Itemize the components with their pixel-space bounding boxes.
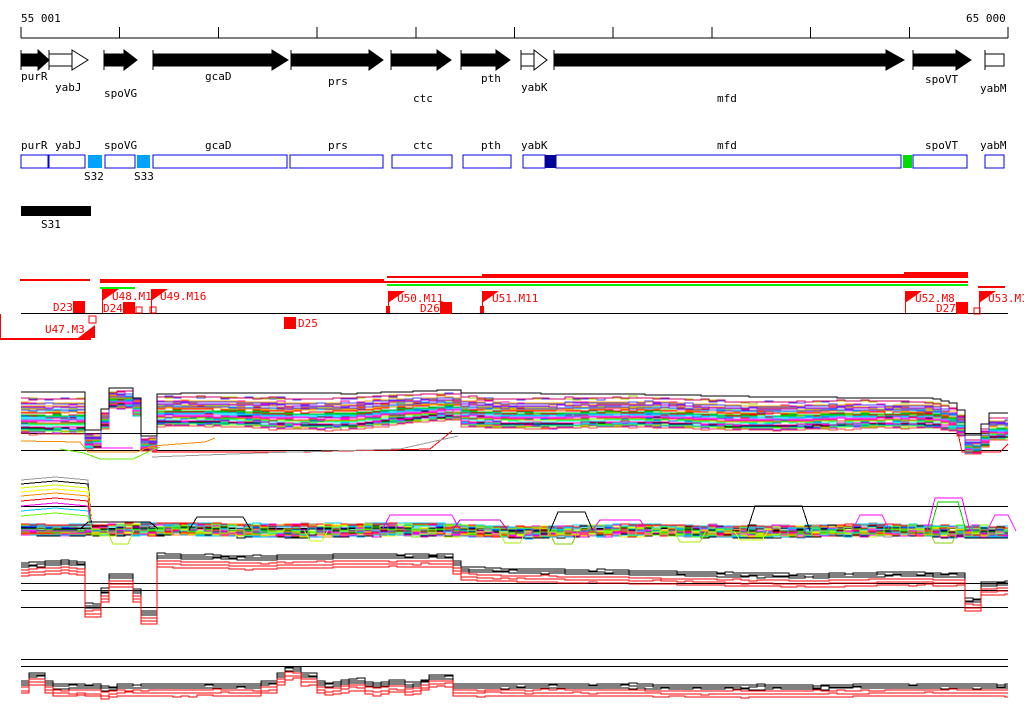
site-square-D24[interactable] bbox=[123, 302, 135, 314]
gene-label-pth: pth bbox=[481, 72, 501, 85]
gene-arrow-body-gcaD[interactable] bbox=[152, 53, 273, 67]
gene-arrow-head-yabK[interactable] bbox=[533, 48, 548, 72]
site-label-D24: D24 bbox=[103, 302, 123, 315]
marker-label-S32: S32 bbox=[84, 170, 104, 183]
gene-arrow-head-pth[interactable] bbox=[495, 49, 511, 71]
flag-foot bbox=[386, 306, 390, 313]
site-label-D25: D25 bbox=[298, 317, 318, 330]
gene-arrow-head-spoVG[interactable] bbox=[123, 48, 138, 72]
gene-arrow-head-prs[interactable] bbox=[368, 49, 384, 71]
box-label-yabJ: yabJ bbox=[55, 139, 82, 152]
site-square-D25[interactable] bbox=[284, 317, 296, 329]
marker-mfd-spoVT-junction[interactable] bbox=[903, 155, 912, 168]
gene-box-purR[interactable] bbox=[20, 154, 49, 169]
gene-arrow-body-purR[interactable] bbox=[20, 53, 39, 67]
trace-line-panel-4 bbox=[21, 670, 1008, 692]
gene-label-yabK: yabK bbox=[521, 81, 548, 94]
marker-yabK-internal[interactable] bbox=[545, 155, 556, 168]
segment-bar-S31[interactable] bbox=[21, 206, 91, 216]
box-label-yabK: yabK bbox=[521, 139, 548, 152]
gene-arrow-body-spoVG[interactable] bbox=[103, 53, 125, 67]
gene-arrow-body-pth[interactable] bbox=[460, 53, 497, 67]
gene-arrow-head-gcaD[interactable] bbox=[271, 49, 289, 71]
site-label-D23: D23 bbox=[53, 301, 73, 314]
marker-S32[interactable] bbox=[88, 155, 102, 168]
gene-label-yabM: yabM bbox=[980, 82, 1007, 95]
box-label-gcaD: gcaD bbox=[205, 139, 232, 152]
trace-line-panel-3 bbox=[21, 552, 1008, 612]
box-label-purR: purR bbox=[21, 139, 48, 152]
gene-box-pth[interactable] bbox=[462, 154, 512, 169]
gene-box-yabJ[interactable] bbox=[48, 154, 86, 169]
flag-foot bbox=[480, 306, 484, 313]
gene-label-mfd: mfd bbox=[717, 92, 737, 105]
flag-label-U51.M11: U51.M11 bbox=[492, 292, 539, 305]
gene-box-ctc[interactable] bbox=[391, 154, 453, 169]
gene-arrow-head-spoVT[interactable] bbox=[955, 49, 972, 71]
box-label-ctc: ctc bbox=[413, 139, 433, 152]
gene-label-yabJ: yabJ bbox=[55, 81, 82, 94]
gene-box-prs[interactable] bbox=[289, 154, 384, 169]
trace-line-panel-4 bbox=[21, 667, 1008, 689]
gene-box-gcaD[interactable] bbox=[152, 154, 288, 169]
gene-label-prs: prs bbox=[328, 75, 348, 88]
gene-box-yabM[interactable] bbox=[984, 154, 1005, 169]
trace-line-panel-4 bbox=[21, 671, 1008, 693]
site-square-D27[interactable] bbox=[956, 302, 968, 314]
box-label-spoVT: spoVT bbox=[925, 139, 959, 152]
gene-label-gcaD: gcaD bbox=[205, 70, 232, 83]
gene-arrow-head-purR[interactable] bbox=[37, 48, 50, 72]
flag-label-U47.M3: U47.M3 bbox=[45, 323, 85, 336]
site-square-D23[interactable] bbox=[73, 301, 85, 313]
gene-label-spoVT: spoVT bbox=[925, 73, 959, 86]
site-label-D27: D27 bbox=[936, 302, 956, 315]
flag-label-U49.M16: U49.M16 bbox=[160, 290, 207, 303]
trace-line-panel-4 bbox=[21, 666, 1008, 688]
box-label-spoVG: spoVG bbox=[104, 139, 138, 152]
gene-arrow-body-prs[interactable] bbox=[290, 53, 370, 67]
box-label-yabM: yabM bbox=[980, 139, 1007, 152]
ruler-start-label: 55 001 bbox=[21, 12, 61, 25]
marker-label-S33: S33 bbox=[134, 170, 154, 183]
profile-extra-panel-1 bbox=[20, 437, 216, 453]
gene-label-spoVG: spoVG bbox=[104, 87, 138, 100]
gene-arrow-body-yabJ[interactable] bbox=[48, 53, 73, 67]
gene-label-purR: purR bbox=[21, 70, 48, 83]
box-label-prs: prs bbox=[328, 139, 348, 152]
gene-box-yabK[interactable] bbox=[522, 154, 546, 169]
graphics-canvas bbox=[0, 27, 1017, 700]
gene-arrow-body-ctc[interactable] bbox=[390, 53, 438, 67]
gene-box-mfd[interactable] bbox=[555, 154, 902, 169]
site-square-small[interactable] bbox=[149, 306, 157, 314]
genome-browser-view: 55 001 65 000 purR yabJ spoVG gcaD prs ctc pth… bbox=[0, 0, 1024, 714]
site-square-small[interactable] bbox=[135, 306, 143, 314]
gene-arrow-body-spoVT[interactable] bbox=[912, 53, 957, 67]
gene-arrow-body-mfd[interactable] bbox=[553, 53, 887, 67]
ruler-end-label: 65 000 bbox=[966, 12, 1006, 25]
site-label-D26: D26 bbox=[420, 302, 440, 315]
box-label-mfd: mfd bbox=[717, 139, 737, 152]
trace-line-panel-3 bbox=[21, 555, 1008, 614]
trace-line-panel-3 bbox=[21, 562, 1008, 622]
profile-extra-panel-1 bbox=[152, 430, 453, 453]
marker-S33[interactable] bbox=[137, 155, 150, 168]
segment-label-S31: S31 bbox=[41, 218, 61, 231]
gene-arrow-head-yabJ[interactable] bbox=[71, 49, 89, 71]
box-label-pth: pth bbox=[481, 139, 501, 152]
gene-label-ctc: ctc bbox=[413, 92, 433, 105]
gene-arrow-body-yabK[interactable] bbox=[520, 53, 535, 67]
gene-box-spoVT[interactable] bbox=[912, 154, 968, 169]
gene-box-spoVG[interactable] bbox=[104, 154, 136, 169]
flag-label-U53.M16: U53.M16 bbox=[988, 292, 1024, 305]
profile-extra-panel-1 bbox=[151, 435, 459, 458]
gene-arrow-body-yabM[interactable] bbox=[984, 53, 1005, 67]
gene-arrow-head-mfd[interactable] bbox=[885, 49, 906, 71]
gene-arrow-head-ctc[interactable] bbox=[436, 49, 452, 71]
site-square-small[interactable] bbox=[88, 315, 97, 324]
flag-label-U48.M1: U48.M1 bbox=[112, 290, 152, 303]
